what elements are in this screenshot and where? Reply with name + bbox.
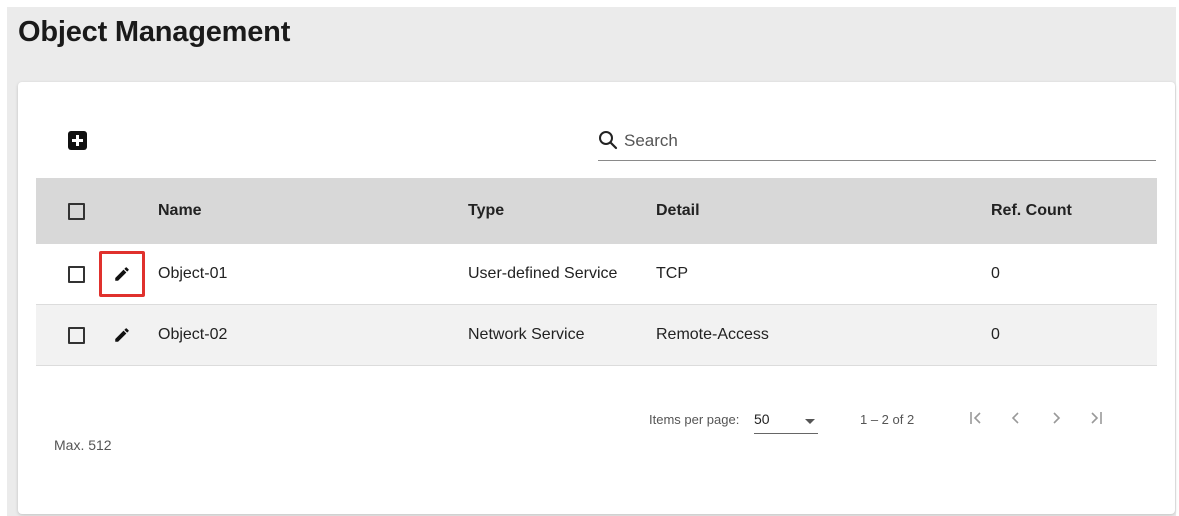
row-type: User-defined Service bbox=[468, 265, 618, 282]
page-title: Object Management bbox=[18, 16, 291, 48]
row-detail: TCP bbox=[656, 265, 688, 282]
next-page-icon bbox=[1053, 412, 1061, 424]
edit-button[interactable] bbox=[99, 312, 145, 358]
row-name: Object-02 bbox=[158, 326, 228, 343]
row-checkbox[interactable] bbox=[68, 265, 85, 283]
first-page-button[interactable] bbox=[961, 404, 991, 432]
search-icon bbox=[599, 131, 618, 150]
prev-page-icon bbox=[1011, 412, 1019, 424]
items-per-page-label: Items per page: bbox=[649, 412, 740, 427]
add-icon[interactable] bbox=[68, 131, 87, 150]
header-detail[interactable]: Detail bbox=[656, 178, 700, 244]
select-all-checkbox[interactable] bbox=[68, 202, 85, 220]
items-per-page-value: 50 bbox=[754, 411, 770, 427]
row-ref-count: 0 bbox=[991, 265, 1000, 282]
table-row: Object-01 User-defined Service TCP 0 bbox=[36, 244, 1157, 305]
row-type: Network Service bbox=[468, 326, 585, 343]
header-type[interactable]: Type bbox=[468, 178, 504, 244]
search-field[interactable] bbox=[598, 127, 1156, 161]
first-page-icon bbox=[970, 412, 981, 424]
object-list-card: Name Type Detail Ref. Count Object-01 Us… bbox=[18, 82, 1175, 514]
edit-icon bbox=[115, 328, 129, 342]
next-page-button[interactable] bbox=[1041, 404, 1071, 432]
caret-down-icon bbox=[805, 419, 815, 424]
search-input[interactable] bbox=[624, 129, 1144, 153]
items-per-page-select[interactable]: 50 bbox=[754, 408, 818, 434]
prev-page-button[interactable] bbox=[1001, 404, 1031, 432]
table-row: Object-02 Network Service Remote-Access … bbox=[36, 305, 1157, 366]
page-range-label: 1 – 2 of 2 bbox=[860, 412, 915, 427]
row-ref-count: 0 bbox=[991, 326, 1000, 343]
row-checkbox[interactable] bbox=[68, 326, 85, 344]
edit-button[interactable] bbox=[99, 251, 145, 297]
header-ref-count[interactable]: Ref. Count bbox=[991, 178, 1072, 244]
row-name: Object-01 bbox=[158, 265, 228, 282]
header-name[interactable]: Name bbox=[158, 178, 202, 244]
object-table: Name Type Detail Ref. Count Object-01 Us… bbox=[36, 178, 1157, 366]
last-page-button[interactable] bbox=[1081, 404, 1111, 432]
edit-icon bbox=[115, 267, 129, 281]
last-page-icon bbox=[1091, 412, 1102, 424]
table-header-row: Name Type Detail Ref. Count bbox=[36, 178, 1157, 244]
row-detail: Remote-Access bbox=[656, 326, 769, 343]
max-entries-label: Max. 512 bbox=[54, 437, 112, 453]
